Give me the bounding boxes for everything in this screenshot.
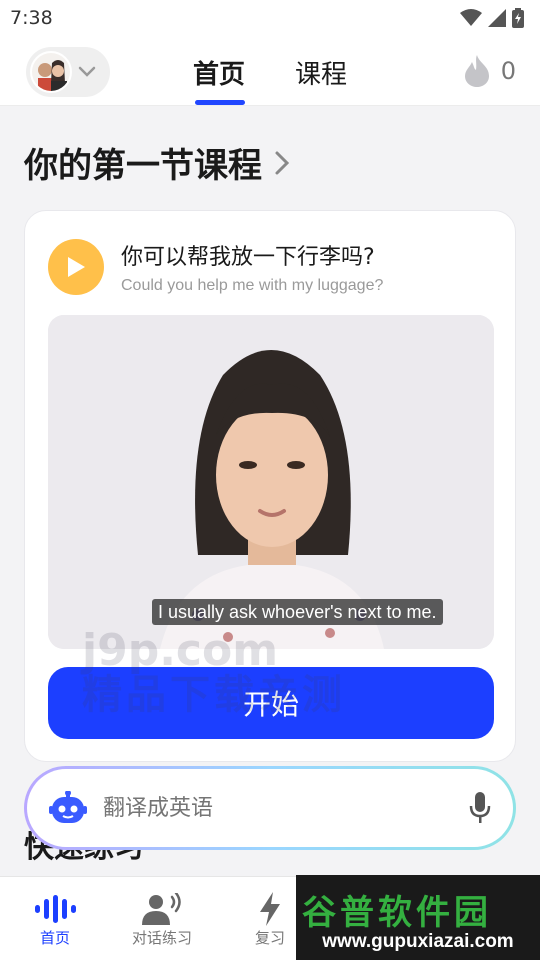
brand-url: www.gupuxiazai.com (322, 931, 514, 952)
top-header: 首页 课程 0 (0, 36, 540, 106)
wifi-icon (460, 9, 482, 26)
ai-translate-bar[interactable] (24, 766, 516, 850)
video-subtitle: I usually ask whoever's next to me. (152, 599, 443, 625)
profile-switcher[interactable] (26, 47, 110, 97)
lightning-icon (260, 892, 280, 926)
brand-watermark: 谷普软件园 www.gupuxiazai.com (296, 875, 540, 960)
nav-home[interactable]: 首页 (10, 891, 100, 948)
sentence-english: Could you help me with my luggage? (121, 277, 384, 294)
translate-input[interactable] (103, 795, 469, 821)
active-tab-indicator (195, 100, 245, 105)
status-icons (460, 8, 524, 28)
voice-wave-icon (35, 895, 76, 923)
play-icon (68, 257, 85, 277)
flame-icon (464, 55, 489, 87)
section-title: 你的第一节课程 (24, 146, 262, 186)
microphone-icon[interactable] (469, 792, 491, 824)
avatar (30, 51, 72, 93)
chevron-down-icon (78, 66, 96, 77)
first-lesson-heading[interactable]: 你的第一节课程 (24, 138, 290, 187)
status-bar: 7:38 (0, 0, 540, 36)
streak-count: 0 (500, 57, 516, 85)
nav-home-label: 首页 (39, 929, 70, 947)
brand-name: 谷普软件园 (302, 893, 492, 933)
start-button[interactable]: 开始 (48, 667, 494, 739)
battery-icon (512, 8, 524, 28)
cell-signal-icon (488, 9, 506, 27)
tab-home[interactable]: 首页 (193, 54, 245, 91)
sentence-chinese: 你可以帮我放一下行李吗? (121, 245, 375, 270)
status-time: 7:38 (10, 7, 53, 29)
tab-course[interactable]: 课程 (295, 54, 347, 91)
nav-dialogue-practice[interactable]: 对话练习 (117, 891, 207, 948)
lesson-video[interactable]: I usually ask whoever's next to me. (48, 315, 494, 649)
speaking-person-icon (142, 893, 181, 925)
robot-icon (49, 791, 87, 823)
ai-translate-inner (27, 769, 513, 847)
play-audio-button[interactable] (48, 239, 104, 295)
chevron-right-icon (275, 151, 290, 174)
streak-counter[interactable]: 0 (463, 54, 516, 88)
nav-dialogue-label: 对话练习 (131, 929, 192, 947)
lesson-card: 你可以帮我放一下行李吗? Could you help me with my l… (24, 210, 516, 762)
